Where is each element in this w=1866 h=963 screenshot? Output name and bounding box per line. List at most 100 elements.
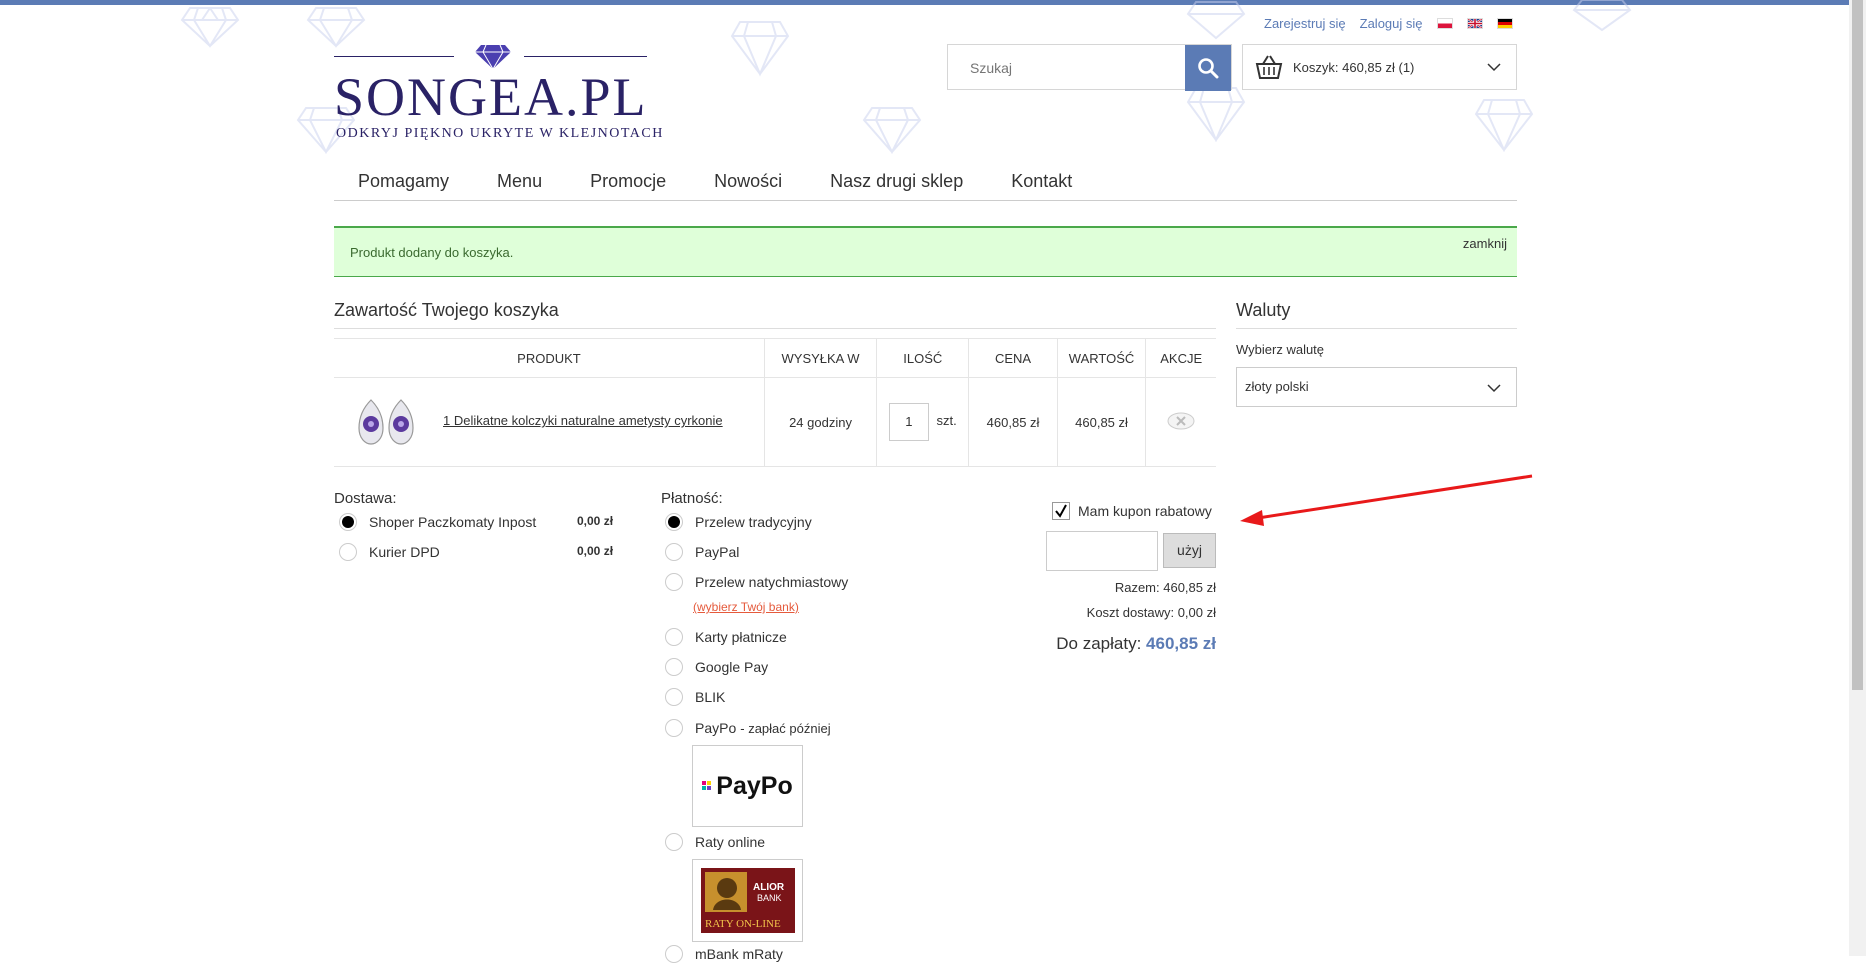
nav-item-menu[interactable]: Menu [473, 162, 566, 200]
payment-option-label: Google Pay [695, 659, 769, 675]
diamond-pattern-icon [1474, 99, 1534, 152]
payment-heading: Płatność: [661, 490, 723, 507]
cart-table: PRODUKT WYSYŁKA W ILOŚĆ CENA WARTOŚĆ AKC… [334, 338, 1216, 467]
radio-button[interactable] [665, 688, 683, 706]
table-row: 1 Delikatne kolczyki naturalne ametysty … [334, 377, 1216, 467]
cart-heading: Zawartość Twojego koszyka [334, 300, 559, 320]
search-box [947, 44, 1232, 91]
site-logo[interactable]: SONGEA.PL ODKRYJ PIĘKNO UKRYTE W KLEJNOT… [334, 44, 674, 154]
nav-item-promocje[interactable]: Promocje [566, 162, 690, 200]
radio-button[interactable] [665, 945, 683, 963]
chevron-down-icon [1487, 384, 1501, 393]
delivery-option-label: Kurier DPD [369, 544, 440, 560]
choose-bank-link[interactable]: (wybierz Twój bank) [693, 600, 799, 614]
logo-line-left [334, 56, 454, 57]
radio-button[interactable] [665, 833, 683, 851]
radio-button[interactable] [339, 513, 357, 531]
logo-line-right [524, 56, 647, 57]
payment-option-label: PayPo [695, 720, 737, 736]
radio-button[interactable] [339, 543, 357, 561]
product-link[interactable]: 1 Delikatne kolczyki naturalne ametysty … [443, 413, 723, 428]
radio-button[interactable] [665, 513, 683, 531]
cart-dropdown[interactable]: Koszyk: 460,85 zł (1) [1242, 44, 1517, 90]
delivery-price: 0,00 zł [577, 544, 614, 558]
payment-option-label: PayPal [695, 544, 740, 560]
flag-en-icon[interactable] [1466, 18, 1483, 29]
payment-option-przelew[interactable]: Przelew tradycyjny [665, 513, 812, 531]
payment-option-label: Przelew tradycyjny [695, 514, 812, 530]
currency-selected-value: złoty polski [1245, 379, 1309, 394]
price-cell: 460,85 zł [968, 377, 1058, 467]
payment-option-paypo[interactable]: PayPo - zapłać później [665, 719, 831, 737]
payment-option-label: Karty płatnicze [695, 629, 787, 645]
alior-text-3: RATY ON-LINE [705, 918, 781, 930]
diamond-pattern-icon [1572, 0, 1632, 32]
diamond-pattern-icon [730, 21, 790, 77]
top-links: Zarejestruj się Zaloguj się [1264, 16, 1513, 31]
remove-item-icon[interactable] [1167, 412, 1195, 430]
delivery-option-inpost[interactable]: Shoper Paczkomaty Inpost [339, 513, 536, 531]
column-header-quantity: ILOŚĆ [876, 338, 969, 378]
payment-option-label: mBank mRaty [695, 946, 783, 962]
column-header-shipping: WYSYŁKA W [763, 338, 877, 378]
search-input[interactable] [948, 45, 1202, 91]
page-scrollbar[interactable] [1849, 0, 1866, 956]
flag-de-icon[interactable] [1496, 18, 1513, 29]
chevron-down-icon [1487, 63, 1501, 72]
quantity-cell: 1 szt. [876, 377, 969, 467]
product-thumbnail[interactable] [353, 396, 419, 446]
alior-text-2: BANK [757, 893, 782, 903]
currency-select[interactable]: złoty polski [1236, 367, 1517, 407]
product-cell: 1 Delikatne kolczyki naturalne ametysty … [334, 377, 765, 467]
radio-button[interactable] [665, 573, 683, 591]
payment-option-raty[interactable]: Raty online [665, 833, 765, 851]
radio-button[interactable] [665, 543, 683, 561]
total-label: Do zapłaty: [1056, 634, 1142, 653]
column-header-product: PRODUKT [334, 338, 765, 378]
column-header-actions: AKCJE [1145, 338, 1216, 378]
apply-coupon-button[interactable]: użyj [1163, 533, 1216, 568]
alior-raty-logo: ALIOR BANK RATY ON-LINE [692, 859, 803, 942]
payment-option-googlepay[interactable]: Google Pay [665, 658, 768, 676]
coupon-toggle[interactable]: Mam kupon rabatowy [1052, 502, 1212, 520]
payment-option-label: BLIK [695, 689, 726, 705]
nav-item-nowosci[interactable]: Nowości [690, 162, 806, 200]
payment-option-mraty[interactable]: mBank mRaty [665, 945, 783, 963]
paypo-suffix: - zapłać później [740, 720, 831, 736]
payment-option-instant[interactable]: Przelew natychmiastowy [665, 573, 848, 591]
nav-item-pomagamy[interactable]: Pomagamy [334, 162, 473, 200]
delivery-option-dpd[interactable]: Kurier DPD [339, 543, 440, 561]
value-cell: 460,85 zł [1056, 377, 1146, 467]
nav-item-drugi-sklep[interactable]: Nasz drugi sklep [806, 162, 987, 200]
shipping-cell: 24 godziny [763, 377, 877, 467]
radio-button[interactable] [665, 658, 683, 676]
coupon-code-input[interactable] [1046, 531, 1158, 571]
divider [334, 328, 1216, 329]
paypo-dots-icon [702, 781, 712, 790]
flag-pl-icon[interactable] [1436, 18, 1453, 29]
payment-option-blik[interactable]: BLIK [665, 688, 725, 706]
alert-close-link[interactable]: zamknij [1463, 236, 1507, 251]
payment-option-label: Przelew natychmiastowy [695, 574, 849, 590]
payment-option-label: Raty online [695, 834, 766, 850]
table-header-row: PRODUKT WYSYŁKA W ILOŚĆ CENA WARTOŚĆ AKC… [334, 338, 1216, 378]
red-arrow-annotation [1240, 474, 1533, 526]
quantity-input[interactable]: 1 [888, 403, 929, 441]
payment-option-cards[interactable]: Karty płatnicze [665, 628, 787, 646]
delivery-option-label: Shoper Paczkomaty Inpost [369, 514, 537, 530]
delivery-heading: Dostawa: [334, 490, 397, 507]
scrollbar-thumb[interactable] [1852, 0, 1863, 690]
search-button[interactable] [1185, 45, 1231, 91]
paypo-logo: PayPo [692, 745, 803, 827]
login-link[interactable]: Zaloguj się [1360, 16, 1423, 31]
nav-item-kontakt[interactable]: Kontakt [987, 162, 1096, 200]
basket-icon [1255, 55, 1283, 79]
coupon-checkbox[interactable] [1052, 502, 1070, 520]
checkmark-icon [1055, 504, 1067, 518]
alior-logo-background: ALIOR BANK RATY ON-LINE [701, 868, 795, 933]
payment-option-paypal[interactable]: PayPal [665, 543, 739, 561]
radio-button[interactable] [665, 719, 683, 737]
alior-emblem-icon [705, 872, 747, 912]
radio-button[interactable] [665, 628, 683, 646]
register-link[interactable]: Zarejestruj się [1264, 16, 1346, 31]
